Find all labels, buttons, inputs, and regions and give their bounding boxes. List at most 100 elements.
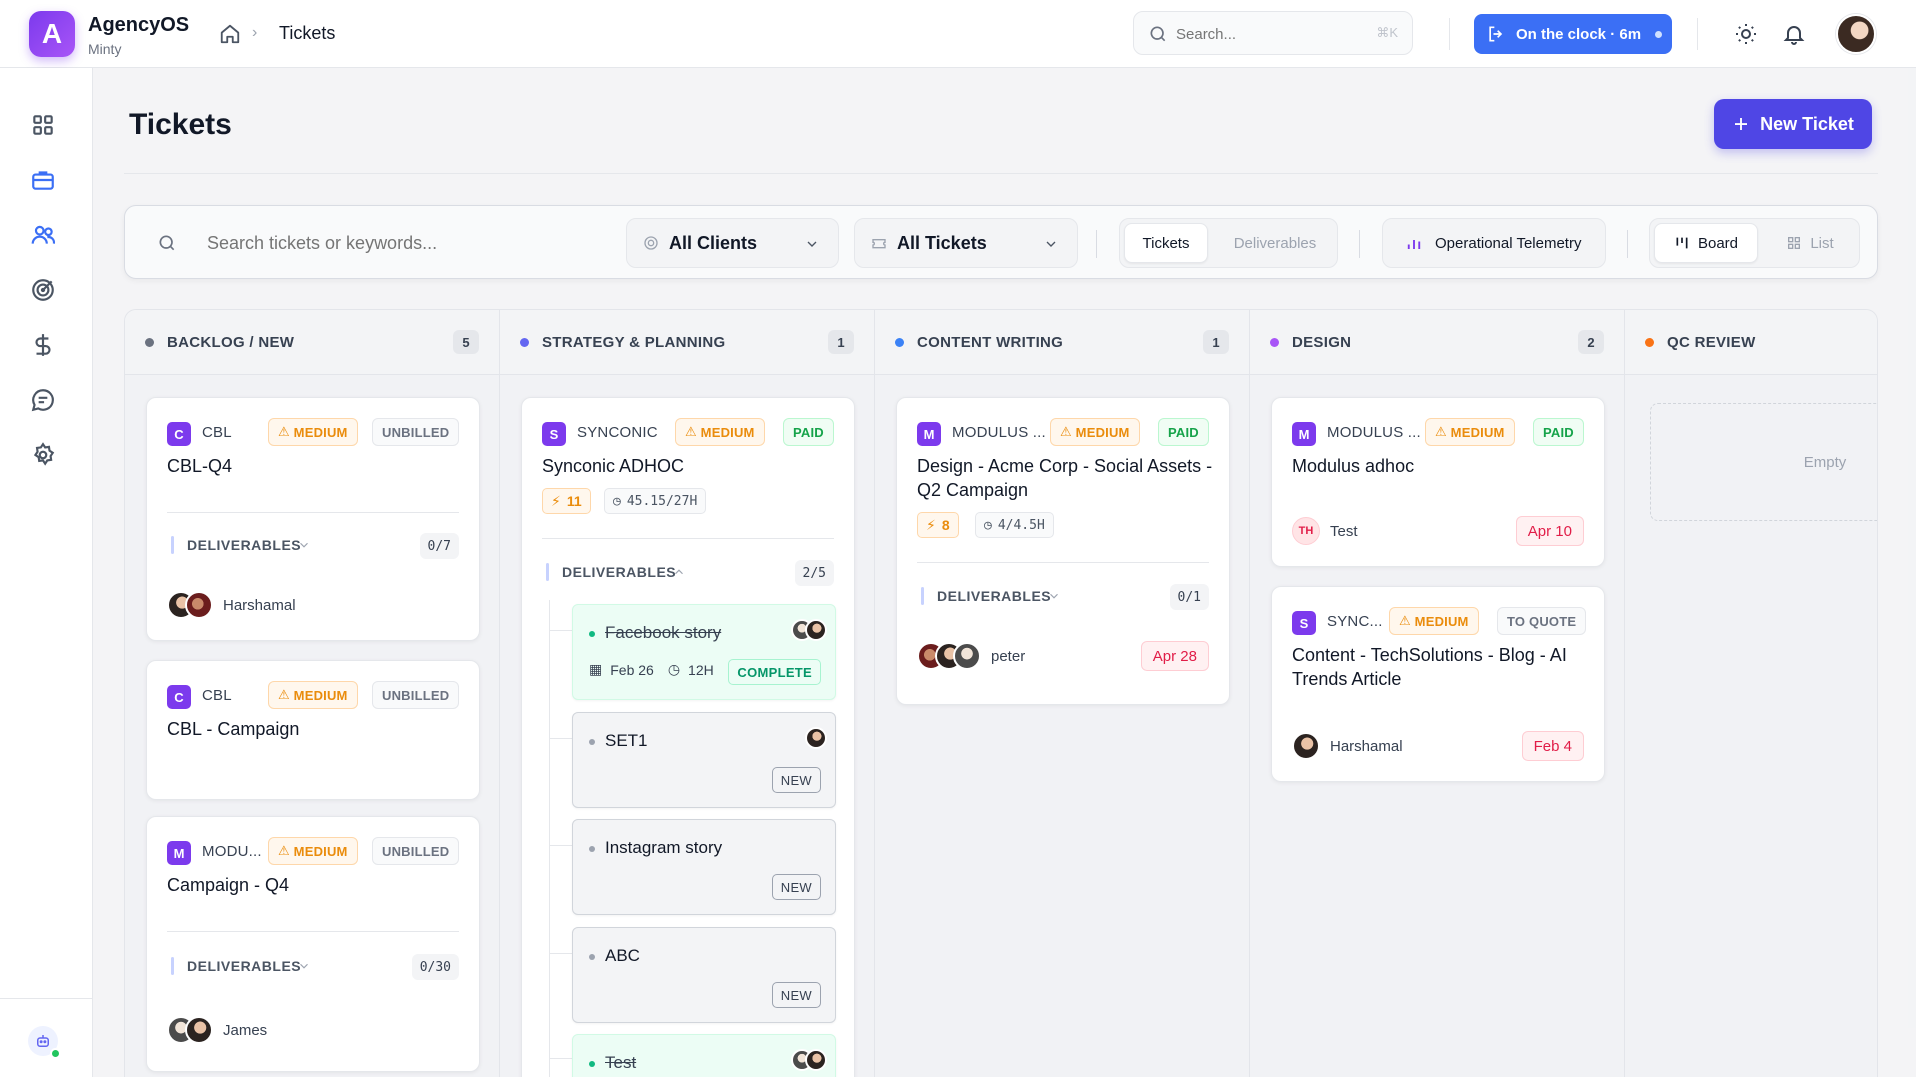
assistant-avatar[interactable] [28, 1026, 61, 1059]
deliverables-toggle[interactable]: DELIVERABLES 0/7 [167, 533, 459, 559]
chevron-up-icon [675, 569, 683, 575]
column-count: 1 [828, 330, 854, 354]
client-filter-value: All Clients [669, 232, 758, 253]
ticket-card[interactable]: C CBL ⚠ MEDIUM UNBILLED CBL - Campaign [146, 660, 480, 800]
global-search[interactable]: ⌘K [1133, 11, 1413, 55]
dollar-icon[interactable] [30, 332, 56, 358]
status-dot [589, 846, 595, 852]
page-scrollbar[interactable] [1908, 68, 1916, 1028]
bell-icon[interactable] [1782, 22, 1806, 46]
owner-name: Harshamal [223, 596, 296, 614]
billing-badge: UNBILLED [372, 837, 460, 865]
deliverables-toggle[interactable]: DELIVERABLES 2/5 [542, 560, 834, 586]
app-logo[interactable]: A [29, 11, 75, 57]
chat-icon[interactable] [30, 387, 56, 413]
grid-icon [1788, 237, 1801, 249]
ticket-card[interactable]: M MODULUS ... ⚠ MEDIUM PAID Modulus adho… [1271, 397, 1605, 567]
avatar [185, 591, 213, 619]
chevron-down-icon [1050, 593, 1058, 599]
toggle-tickets[interactable]: Tickets [1124, 223, 1208, 263]
logout-icon [1489, 26, 1503, 42]
gear-icon[interactable] [30, 442, 56, 468]
deliverables-bar [546, 563, 549, 581]
divider [917, 562, 1209, 563]
on-the-clock-button[interactable]: On the clock · 6m [1474, 14, 1672, 54]
page-title: Tickets [129, 108, 232, 141]
calendar-icon: ▦ [589, 661, 603, 677]
users-icon[interactable] [30, 222, 56, 248]
empty-dropzone[interactable]: Empty [1650, 403, 1877, 521]
deliverables-bar [171, 957, 174, 975]
priority-badge: ⚠ MEDIUM [675, 418, 765, 446]
deliverables-label: DELIVERABLES [562, 564, 677, 580]
deliverable-title: ABC [605, 946, 640, 965]
target-icon [644, 236, 658, 250]
view-list[interactable]: List [1766, 223, 1854, 263]
hours-badge: ◷ 45.15/27H [604, 488, 707, 514]
chevron-down-icon [300, 542, 308, 548]
global-search-input[interactable] [1176, 22, 1356, 46]
client-filter-dropdown[interactable]: All Clients [626, 218, 839, 268]
ticket-card[interactable]: M MODULUS ... ⚠ MEDIUM PAID Design - Acm… [896, 397, 1230, 705]
clock-icon: ◷ [613, 493, 621, 509]
user-avatar[interactable] [1836, 14, 1876, 54]
deliverable-item[interactable]: Test [572, 1034, 836, 1077]
tree-line [549, 600, 550, 1077]
deliverable-item[interactable]: ABC NEW [572, 927, 836, 1023]
ticket-owner: James [167, 1015, 267, 1045]
ticket-card[interactable]: S SYNCONIC ⚠ MEDIUM PAID Synconic ADHOC … [521, 397, 855, 1077]
deliverable-item[interactable]: Facebook story ▦ Feb 26 ◷ 12H COMPLETE [572, 604, 836, 700]
priority-badge: ⚠ MEDIUM [268, 837, 358, 865]
type-toggle: Tickets Deliverables [1119, 218, 1338, 268]
warning-icon: ⚠ [278, 843, 290, 858]
client-name: MODU... [202, 843, 262, 860]
ticket-card[interactable]: C CBL ⚠ MEDIUM UNBILLED CBL-Q4 DELIVERAB… [146, 397, 480, 641]
divider [1359, 230, 1360, 258]
ticket-title: Modulus adhoc [1292, 456, 1415, 476]
board-icon [1676, 237, 1688, 249]
warning-icon: ⚠ [1399, 613, 1411, 628]
ticket-title: Campaign - Q4 [167, 875, 290, 895]
view-board[interactable]: Board [1654, 223, 1758, 263]
avatar [805, 727, 827, 749]
warning-icon: ⚠ [278, 424, 290, 439]
ticket-card[interactable]: S SYNC... ⚠ MEDIUM TO QUOTE Content - Te… [1271, 586, 1605, 782]
new-ticket-button[interactable]: New Ticket [1714, 99, 1872, 149]
chevron-down-icon [1046, 241, 1056, 247]
status-badge: NEW [771, 982, 821, 1008]
column-header: STRATEGY & PLANNING 1 [500, 310, 874, 375]
dashboard-icon[interactable] [30, 112, 56, 138]
search-icon [159, 235, 175, 251]
avatar [805, 619, 827, 641]
sun-icon[interactable] [1734, 22, 1758, 46]
due-date-badge: Apr 28 [1140, 641, 1209, 671]
column-backlog: BACKLOG / NEW 5 C CBL ⚠ MEDIUM UNBILLED … [125, 310, 500, 1077]
deliverables-toggle[interactable]: DELIVERABLES 0/30 [167, 954, 459, 980]
new-ticket-label: New Ticket [1760, 113, 1854, 134]
ticket-card[interactable]: M MODU... ⚠ MEDIUM UNBILLED Campaign - Q… [146, 816, 480, 1072]
warning-icon: ⚠ [1435, 424, 1447, 439]
online-status [50, 1048, 61, 1059]
avatar-initials: TH [1292, 517, 1320, 545]
deliverable-item[interactable]: Instagram story NEW [572, 819, 836, 915]
points-badge: ⚡ 8 [917, 512, 959, 538]
column-header: BACKLOG / NEW 5 [125, 310, 499, 375]
operational-telemetry-button[interactable]: Operational Telemetry [1382, 218, 1606, 268]
client-badge: M [167, 841, 191, 865]
ticket-filter-dropdown[interactable]: All Tickets [854, 218, 1078, 268]
warning-icon: ⚠ [278, 687, 290, 702]
owner-name: Test [1330, 522, 1358, 540]
lightning-icon: ⚡ [926, 516, 936, 533]
toggle-deliverables[interactable]: Deliverables [1216, 223, 1334, 263]
column-qc-review: QC REVIEW Empty [1625, 310, 1877, 1077]
status-badge: NEW [771, 767, 821, 793]
client-name: MODULUS ... [1327, 424, 1421, 441]
target-icon[interactable] [30, 277, 56, 303]
ticket-search-input[interactable] [207, 230, 537, 256]
deliverables-toggle[interactable]: DELIVERABLES 0/1 [917, 584, 1209, 610]
home-icon[interactable] [219, 23, 241, 45]
deliverable-item[interactable]: SET1 NEW [572, 712, 836, 808]
priority-badge: ⚠ MEDIUM [1389, 607, 1479, 635]
briefcase-icon[interactable] [30, 167, 56, 193]
client-badge: S [1292, 611, 1316, 635]
